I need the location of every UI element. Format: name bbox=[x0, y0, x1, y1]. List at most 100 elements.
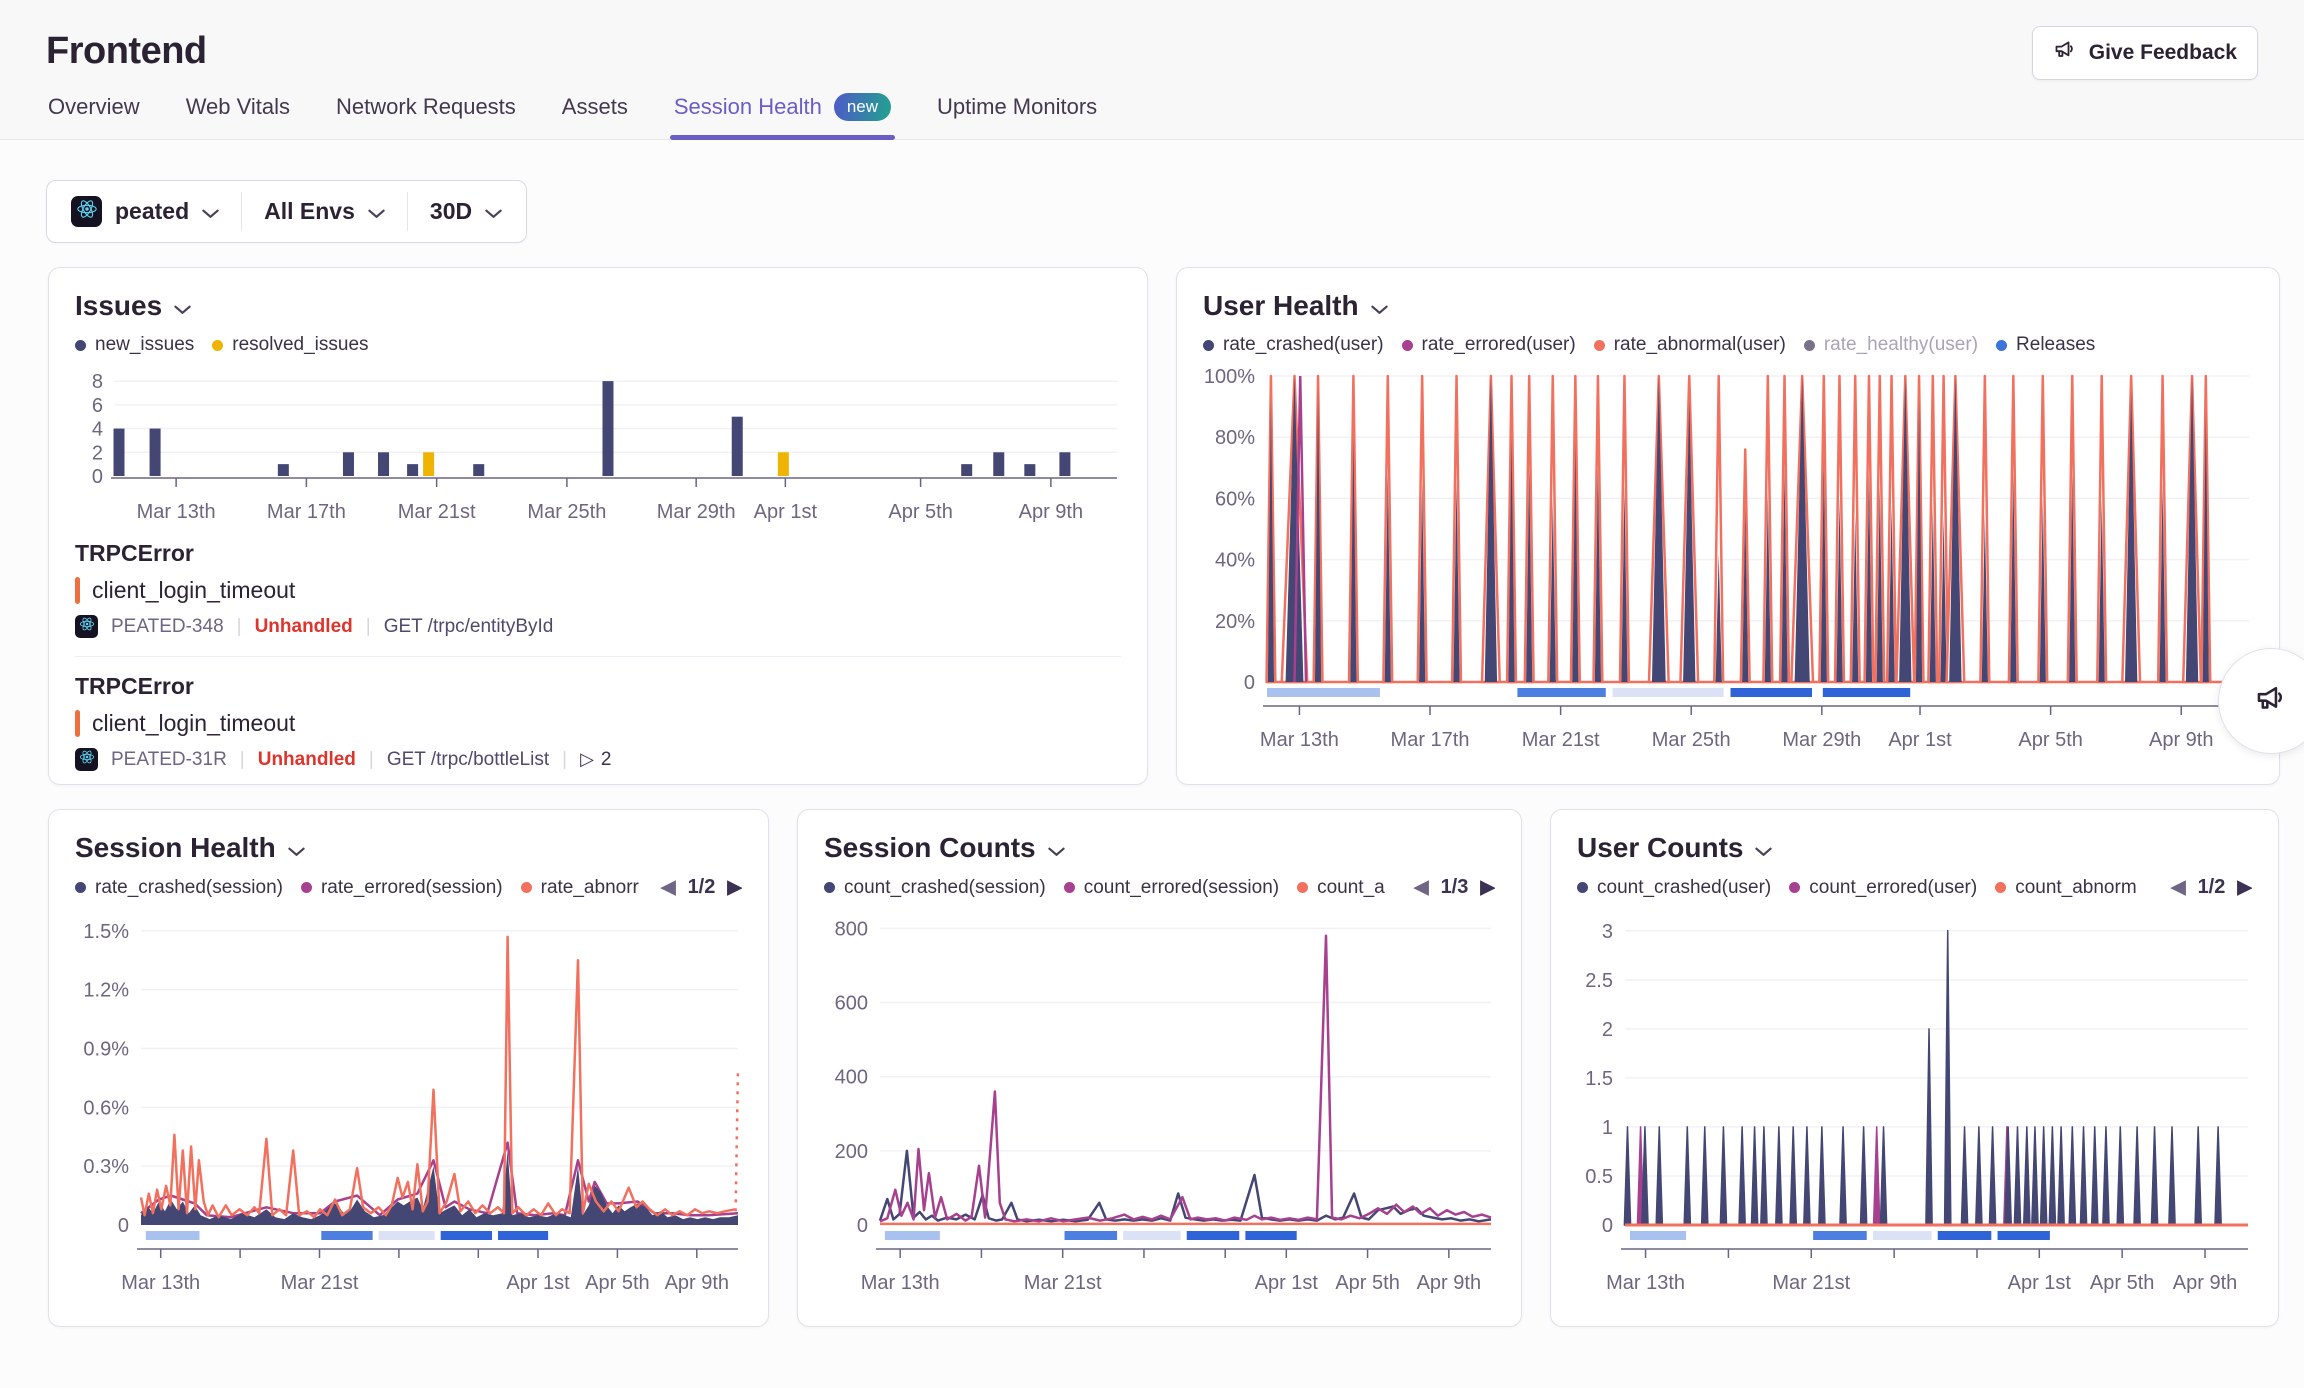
legend-item-count-errored-user[interactable]: count_errored(user) bbox=[1789, 877, 1977, 899]
megaphone-icon bbox=[2053, 38, 2077, 68]
chevron-down-icon bbox=[1371, 305, 1388, 315]
prev-page-icon[interactable]: ◀ bbox=[661, 876, 676, 899]
svg-text:1: 1 bbox=[1602, 1117, 1613, 1139]
issue-endpoint: GET /trpc/entityById bbox=[384, 616, 554, 638]
legend-dot bbox=[1402, 340, 1413, 351]
session-counts-chart: 0200400600800Mar 13thMar 21stApr 1stApr … bbox=[824, 907, 1497, 1311]
legend-dot bbox=[1064, 882, 1075, 893]
top-panel-row: Issues new_issues resolved_issues 02468M… bbox=[48, 267, 2280, 785]
session-health-panel-title[interactable]: Session Health bbox=[75, 832, 742, 864]
svg-text:Apr 5th: Apr 5th bbox=[2090, 1272, 2154, 1294]
chevron-down-icon bbox=[288, 847, 305, 857]
tab-session-health[interactable]: Session Health new bbox=[672, 87, 893, 139]
legend-item-count-abnorm[interactable]: count_abnorm bbox=[1995, 877, 2136, 899]
legend-item-rate-abnormal-user[interactable]: rate_abnormal(user) bbox=[1594, 334, 1786, 356]
legend-pagination: ◀1/3▶ bbox=[1414, 876, 1495, 899]
date-range-filter[interactable]: 30D bbox=[407, 192, 524, 231]
tab-label: Web Vitals bbox=[186, 94, 290, 120]
user-counts-panel-title[interactable]: User Counts bbox=[1577, 832, 2252, 864]
session-counts-panel: Session Counts count_crashed(session) co… bbox=[797, 809, 1522, 1327]
tab-web-vitals[interactable]: Web Vitals bbox=[184, 87, 292, 139]
svg-text:Mar 21st: Mar 21st bbox=[281, 1272, 359, 1294]
svg-text:0: 0 bbox=[1602, 1215, 1613, 1237]
issue-row[interactable]: TRPCError client_login_timeout PEATED-31… bbox=[75, 657, 1121, 785]
svg-text:1.2%: 1.2% bbox=[83, 980, 129, 1002]
next-page-icon[interactable]: ▶ bbox=[1480, 876, 1495, 899]
legend-item-count-a[interactable]: count_a bbox=[1297, 877, 1385, 899]
svg-text:Mar 17th: Mar 17th bbox=[1391, 729, 1470, 751]
issue-short-id: PEATED-348 bbox=[111, 616, 224, 638]
issues-panel-title[interactable]: Issues bbox=[75, 290, 1121, 322]
chevron-down-icon bbox=[485, 209, 502, 219]
issue-message: client_login_timeout bbox=[92, 710, 295, 737]
environment-filter[interactable]: All Envs bbox=[241, 192, 407, 231]
legend-dot bbox=[212, 340, 223, 351]
svg-text:Mar 13th: Mar 13th bbox=[1260, 729, 1339, 751]
tab-overview[interactable]: Overview bbox=[46, 87, 142, 139]
legend-item-rate-crashed-session[interactable]: rate_crashed(session) bbox=[75, 877, 283, 899]
issue-status: Unhandled bbox=[258, 749, 356, 771]
svg-text:40%: 40% bbox=[1215, 550, 1255, 572]
chevron-down-icon bbox=[174, 290, 191, 322]
issues-list: TRPCError client_login_timeout PEATED-34… bbox=[75, 524, 1121, 785]
chevron-down-icon bbox=[1048, 832, 1065, 864]
svg-text:Mar 21st: Mar 21st bbox=[1772, 1272, 1850, 1294]
page-header: Frontend Give Feedback bbox=[0, 0, 2304, 73]
issue-message: client_login_timeout bbox=[92, 577, 295, 604]
svg-text:0: 0 bbox=[92, 466, 103, 488]
svg-text:2: 2 bbox=[1602, 1019, 1613, 1041]
legend-dot bbox=[75, 340, 86, 351]
issue-row[interactable]: TRPCError client_login_timeout PEATED-34… bbox=[75, 524, 1121, 657]
svg-text:0: 0 bbox=[118, 1215, 129, 1237]
legend-item-releases[interactable]: Releases bbox=[1996, 334, 2095, 356]
chevron-down-icon bbox=[174, 305, 191, 315]
svg-text:Apr 1st: Apr 1st bbox=[1888, 729, 1952, 751]
legend-item-count-crashed-session[interactable]: count_crashed(session) bbox=[824, 877, 1046, 899]
next-page-icon[interactable]: ▶ bbox=[727, 876, 742, 899]
issue-platform-icon bbox=[75, 748, 98, 771]
svg-text:0.6%: 0.6% bbox=[83, 1097, 129, 1119]
legend-item-resolved-issues[interactable]: resolved_issues bbox=[212, 334, 368, 356]
svg-text:Apr 1st: Apr 1st bbox=[1255, 1272, 1319, 1294]
legend-item-rate-healthy-user[interactable]: rate_healthy(user) bbox=[1804, 334, 1978, 356]
legend-item-rate-errored-session[interactable]: rate_errored(session) bbox=[301, 877, 503, 899]
legend-item-new-issues[interactable]: new_issues bbox=[75, 334, 194, 356]
user-health-legend: rate_crashed(user) rate_errored(user) ra… bbox=[1203, 334, 2253, 356]
issue-replay-count[interactable]: ▷ 2 bbox=[580, 749, 611, 771]
user-health-chart: 020%40%60%80%100%Mar 13thMar 17thMar 21s… bbox=[1203, 364, 2255, 768]
user-health-panel: User Health rate_crashed(user) rate_erro… bbox=[1176, 267, 2280, 785]
chevron-down-icon bbox=[1755, 832, 1772, 864]
tab-label: Assets bbox=[562, 94, 628, 120]
issues-legend: new_issues resolved_issues bbox=[75, 334, 1121, 356]
give-feedback-button[interactable]: Give Feedback bbox=[2032, 26, 2258, 80]
legend-dot bbox=[824, 882, 835, 893]
project-filter[interactable]: peated bbox=[49, 190, 241, 233]
session-counts-panel-title[interactable]: Session Counts bbox=[824, 832, 1495, 864]
svg-text:600: 600 bbox=[835, 993, 868, 1015]
prev-page-icon[interactable]: ◀ bbox=[2171, 876, 2186, 899]
legend-item-count-crashed-user[interactable]: count_crashed(user) bbox=[1577, 877, 1771, 899]
svg-text:Apr 1st: Apr 1st bbox=[2008, 1272, 2072, 1294]
svg-text:Apr 9th: Apr 9th bbox=[665, 1272, 729, 1294]
user-health-panel-title[interactable]: User Health bbox=[1203, 290, 2253, 322]
tab-network-requests[interactable]: Network Requests bbox=[334, 87, 518, 139]
issue-meta-row: PEATED-31R | Unhandled | GET /trpc/bottl… bbox=[75, 748, 1121, 771]
legend-dot bbox=[1297, 882, 1308, 893]
legend-item-rate-crashed-user[interactable]: rate_crashed(user) bbox=[1203, 334, 1384, 356]
react-logo-icon bbox=[76, 198, 98, 220]
legend-item-rate-errored-user[interactable]: rate_errored(user) bbox=[1402, 334, 1576, 356]
svg-text:3: 3 bbox=[1602, 921, 1613, 943]
svg-text:0.9%: 0.9% bbox=[83, 1038, 129, 1060]
legend-item-rate-abnorr[interactable]: rate_abnorr bbox=[521, 877, 639, 899]
legend-item-count-errored-session[interactable]: count_errored(session) bbox=[1064, 877, 1279, 899]
tab-assets[interactable]: Assets bbox=[560, 87, 630, 139]
legend-pagination: ◀1/2▶ bbox=[661, 876, 742, 899]
new-badge: new bbox=[834, 93, 891, 121]
legend-dot bbox=[1996, 340, 2007, 351]
next-page-icon[interactable]: ▶ bbox=[2237, 876, 2252, 899]
megaphone-icon bbox=[2254, 682, 2288, 721]
svg-text:Apr 5th: Apr 5th bbox=[2018, 729, 2082, 751]
tab-uptime-monitors[interactable]: Uptime Monitors bbox=[935, 87, 1099, 139]
svg-text:60%: 60% bbox=[1215, 488, 1255, 510]
prev-page-icon[interactable]: ◀ bbox=[1414, 876, 1429, 899]
